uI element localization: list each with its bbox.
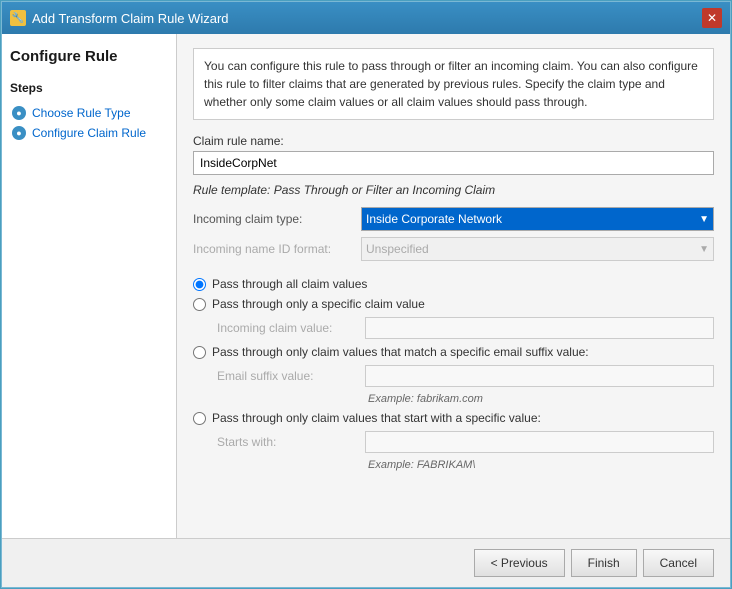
claim-rule-name-input[interactable] xyxy=(193,151,714,175)
starts-with-input[interactable] xyxy=(365,431,714,453)
main-window: 🔧 Add Transform Claim Rule Wizard ✕ Conf… xyxy=(1,1,731,588)
incoming-name-id-format-label: Incoming name ID format: xyxy=(193,242,353,256)
finish-button[interactable]: Finish xyxy=(571,549,637,577)
radio-pass-email-suffix-label: Pass through only claim values that matc… xyxy=(212,345,589,359)
page-title: Configure Rule xyxy=(10,44,168,69)
incoming-claim-type-label: Incoming claim type: xyxy=(193,212,353,226)
radio-pass-starts-with-label: Pass through only claim values that star… xyxy=(212,411,541,425)
starts-with-label: Starts with: xyxy=(217,435,357,449)
radio-item-pass-starts-with: Pass through only claim values that star… xyxy=(193,411,714,425)
steps-label: Steps xyxy=(10,81,168,95)
step-dot-2: ● xyxy=(12,126,26,140)
sidebar-item-label-1: Choose Rule Type xyxy=(32,106,131,120)
email-suffix-label: Email suffix value: xyxy=(217,369,357,383)
incoming-claim-value-input[interactable] xyxy=(365,317,714,339)
chevron-down-icon-2: ▼ xyxy=(699,244,709,255)
window-icon: 🔧 xyxy=(10,10,26,26)
main-panel: You can configure this rule to pass thro… xyxy=(177,34,730,538)
content-area: Configure Rule Steps ● Choose Rule Type … xyxy=(2,34,730,538)
description-box: You can configure this rule to pass thro… xyxy=(193,48,714,120)
description-text: You can configure this rule to pass thro… xyxy=(204,59,698,109)
close-button[interactable]: ✕ xyxy=(702,8,722,28)
previous-button[interactable]: < Previous xyxy=(474,549,565,577)
radio-pass-starts-with[interactable] xyxy=(193,412,206,425)
footer: < Previous Finish Cancel xyxy=(2,538,730,587)
radio-pass-specific-label: Pass through only a specific claim value xyxy=(212,297,425,311)
title-bar-left: 🔧 Add Transform Claim Rule Wizard xyxy=(10,10,229,26)
radio-pass-specific[interactable] xyxy=(193,298,206,311)
incoming-name-id-format-row: Incoming name ID format: Unspecified ▼ xyxy=(193,237,714,261)
sidebar: Configure Rule Steps ● Choose Rule Type … xyxy=(2,34,177,538)
sidebar-item-configure-claim-rule[interactable]: ● Configure Claim Rule xyxy=(10,123,168,143)
claim-rule-name-label: Claim rule name: xyxy=(193,134,714,148)
sidebar-item-choose-rule-type[interactable]: ● Choose Rule Type xyxy=(10,103,168,123)
cancel-button[interactable]: Cancel xyxy=(643,549,714,577)
radio-item-pass-specific: Pass through only a specific claim value xyxy=(193,297,714,311)
step-dot-1: ● xyxy=(12,106,26,120)
incoming-name-id-format-dropdown[interactable]: Unspecified ▼ xyxy=(361,237,714,261)
window-title: Add Transform Claim Rule Wizard xyxy=(32,11,229,26)
incoming-claim-value-label: Incoming claim value: xyxy=(217,321,357,335)
radio-item-pass-email-suffix: Pass through only claim values that matc… xyxy=(193,345,714,359)
email-suffix-input[interactable] xyxy=(365,365,714,387)
email-suffix-field: Email suffix value: xyxy=(217,365,714,387)
incoming-claim-type-value: Inside Corporate Network xyxy=(366,212,502,226)
radio-group: Pass through all claim values Pass throu… xyxy=(193,277,714,477)
starts-with-field: Starts with: xyxy=(217,431,714,453)
email-example-text: Example: fabrikam.com xyxy=(368,393,714,405)
rule-template-text: Rule template: Pass Through or Filter an… xyxy=(193,183,714,197)
radio-item-pass-all: Pass through all claim values xyxy=(193,277,714,291)
radio-pass-all-label: Pass through all claim values xyxy=(212,277,367,291)
radio-pass-all[interactable] xyxy=(193,278,206,291)
incoming-claim-value-field: Incoming claim value: xyxy=(217,317,714,339)
radio-pass-email-suffix[interactable] xyxy=(193,346,206,359)
sidebar-item-label-2: Configure Claim Rule xyxy=(32,126,146,140)
title-bar: 🔧 Add Transform Claim Rule Wizard ✕ xyxy=(2,2,730,34)
starts-with-example-text: Example: FABRIKAM\ xyxy=(368,459,714,471)
incoming-name-id-format-value: Unspecified xyxy=(366,242,429,256)
incoming-claim-type-dropdown[interactable]: Inside Corporate Network ▼ xyxy=(361,207,714,231)
incoming-claim-type-row: Incoming claim type: Inside Corporate Ne… xyxy=(193,207,714,231)
claim-rule-name-group: Claim rule name: xyxy=(193,134,714,175)
chevron-down-icon: ▼ xyxy=(699,214,709,225)
